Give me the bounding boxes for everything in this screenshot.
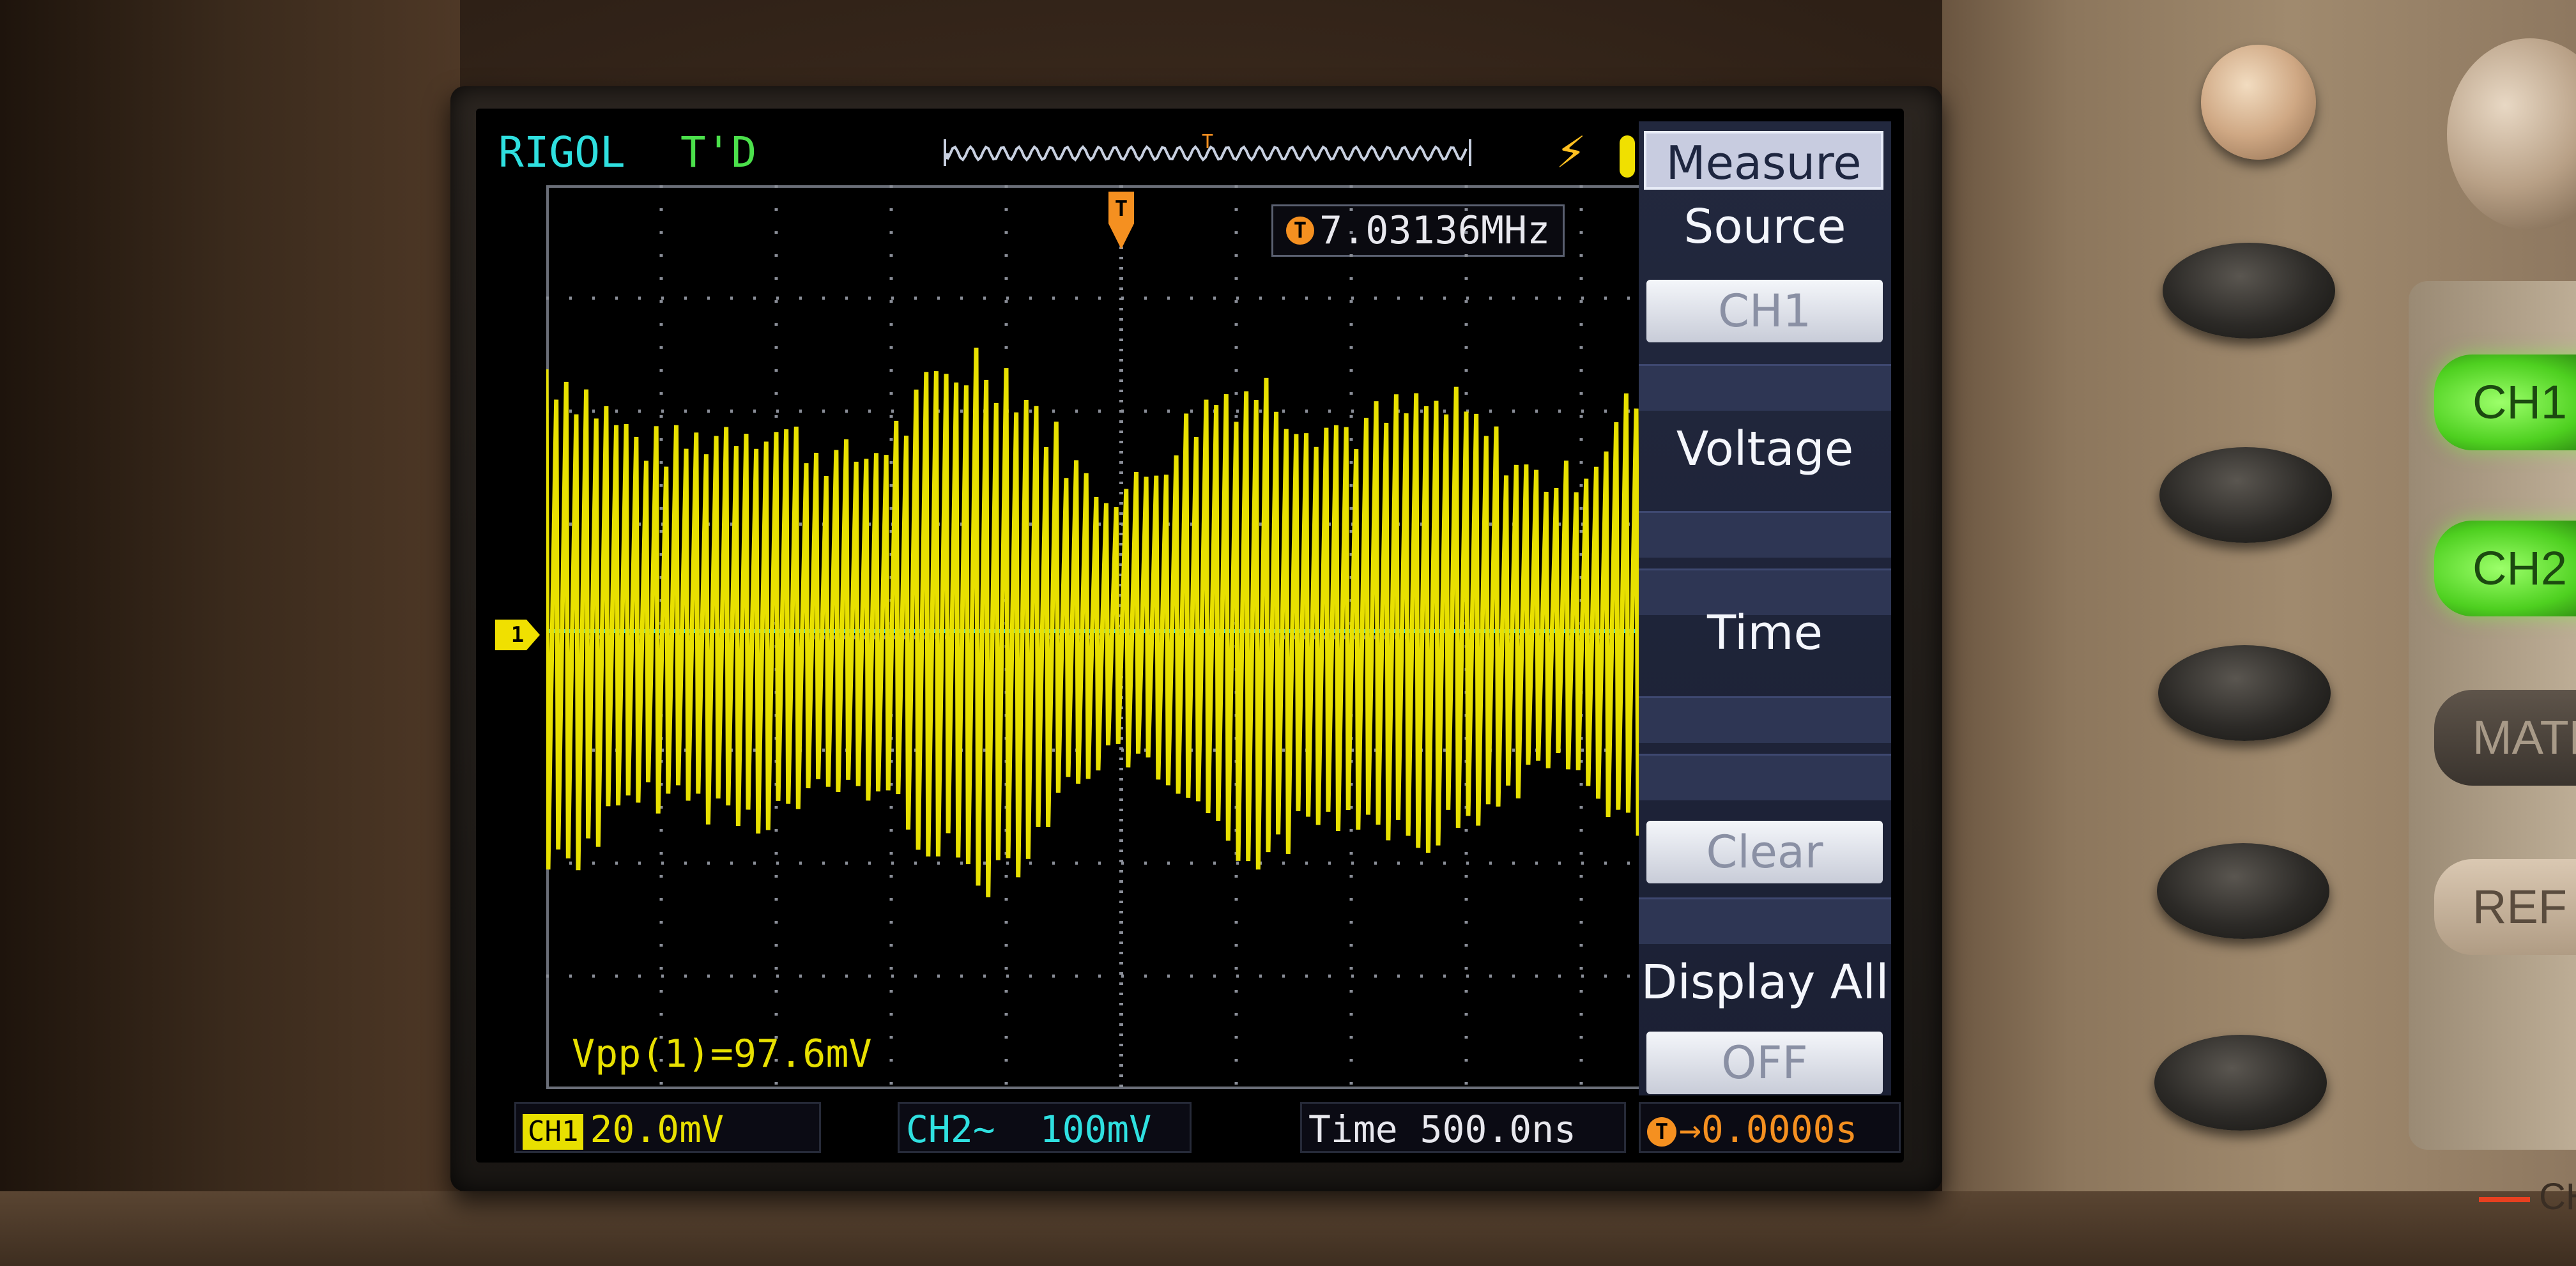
scope-case-bottom: [0, 1191, 2576, 1266]
oscilloscope-display: RIGOL T'D T ⚡ T 7.03136MHz T 1 Vpp(1)=97…: [476, 109, 1904, 1163]
menu-separator: [1639, 511, 1891, 558]
ch2-button[interactable]: CH2: [2434, 521, 2576, 616]
menu-item-display-all[interactable]: Display All: [1639, 955, 1891, 1010]
source-value[interactable]: CH1: [1646, 280, 1883, 342]
measure-soft-menu: Measure Source CH1 Voltage Time Clear Di…: [1639, 121, 1891, 1095]
menu-item-time[interactable]: Time: [1639, 606, 1891, 660]
menu-item-voltage[interactable]: Voltage: [1639, 422, 1891, 477]
ch1-scale: 20.0mV: [590, 1108, 724, 1151]
time-label: Time: [1308, 1108, 1398, 1151]
trigger-icon: T: [1647, 1117, 1676, 1147]
menu-softkey-5[interactable]: [2154, 1035, 2327, 1131]
brand-logo: RIGOL: [498, 128, 625, 177]
arrow-icon: →: [1679, 1108, 1701, 1151]
menu-separator: [1639, 754, 1891, 800]
menu-softkey-1[interactable]: [2163, 243, 2335, 339]
ch2-label: CH2~: [906, 1108, 995, 1151]
menu-softkey-4[interactable]: [2157, 843, 2329, 939]
ch1-button[interactable]: CH1: [2434, 355, 2576, 450]
ch1-tag: CH1: [523, 1113, 584, 1150]
math-button[interactable]: MATH: [2434, 690, 2576, 786]
trigger-offset: 0.0000s: [1701, 1108, 1858, 1151]
display-all-value[interactable]: OFF: [1646, 1032, 1883, 1094]
ch1-ground-marker[interactable]: 1: [495, 620, 540, 650]
ch-color-dash: [2479, 1196, 2530, 1202]
status-bar: CH1 20.0mV CH2~ 100mV Time 500.0ns T →0.00…: [514, 1102, 1901, 1153]
ch2-scale: 100mV: [1039, 1108, 1152, 1151]
waveform-graticule: T: [546, 185, 1696, 1089]
menu-title-measure: Measure: [1644, 131, 1883, 190]
memory-position-bar: T: [944, 134, 1471, 166]
menu-separator: [1639, 364, 1891, 411]
menu-separator: [1639, 696, 1891, 743]
ch1-scale-cell: CH1 20.0mV: [514, 1102, 821, 1153]
timebase-cell: Time 500.0ns: [1300, 1102, 1626, 1153]
panel-footer-label: CH: [2479, 1175, 2576, 1218]
rising-edge-trigger-icon: ⚡: [1556, 128, 1586, 178]
svg-text:T: T: [1115, 196, 1128, 222]
trigger-status: T'D: [680, 128, 757, 177]
menu-separator: [1639, 897, 1891, 944]
vpp-measurement: Vpp(1)=97.6mV: [572, 1032, 872, 1076]
time-scale: 500.0ns: [1420, 1108, 1577, 1151]
ch2-scale-cell: CH2~ 100mV: [898, 1102, 1192, 1153]
menu-item-source[interactable]: Source: [1639, 199, 1891, 254]
knob[interactable]: [2201, 45, 2316, 160]
ch1-trigger-source-indicator: [1620, 135, 1635, 178]
scope-case-left: [0, 0, 460, 1266]
oscilloscope-photo: RIGOL T'D T ⚡ T 7.03136MHz T 1 Vpp(1)=97…: [0, 0, 2576, 1266]
ch1-trace: [546, 347, 1696, 897]
trigger-position-marker: T: [1108, 192, 1134, 249]
menu-softkey-3[interactable]: [2158, 645, 2331, 741]
trigger-offset-cell: T →0.0000s: [1639, 1102, 1901, 1153]
menu-softkey-2[interactable]: [2159, 447, 2332, 543]
ref-button[interactable]: REF: [2434, 859, 2576, 955]
menu-item-clear[interactable]: Clear: [1646, 821, 1883, 883]
footer-text: CH: [2539, 1176, 2576, 1217]
memory-trigger-marker: T: [1202, 134, 1213, 153]
